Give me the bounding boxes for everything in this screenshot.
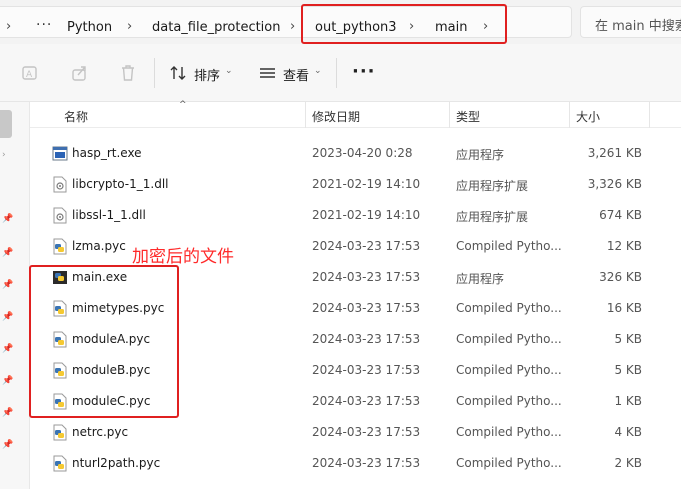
file-type: Compiled Pytho... <box>456 332 562 346</box>
file-type: Compiled Pytho... <box>456 456 562 470</box>
file-date: 2024-03-23 17:53 <box>312 239 421 253</box>
file-date: 2024-03-23 17:53 <box>312 456 421 470</box>
column-resize-handle[interactable] <box>649 102 650 128</box>
file-type: 应用程序扩展 <box>456 210 529 224</box>
file-size: 3,261 KB <box>587 146 642 160</box>
file-type: Compiled Pytho... <box>456 425 562 439</box>
file-size: 5 KB <box>614 332 642 346</box>
column-header: ^ 名称 修改日期 类型 大小 <box>30 100 681 128</box>
pin-icon: 📌 <box>2 214 14 224</box>
chevron-right-icon[interactable]: › <box>290 19 295 34</box>
nav-scrollbar-thumb[interactable] <box>0 110 12 138</box>
column-header-name[interactable]: 名称 <box>64 108 88 125</box>
delete-icon[interactable] <box>118 64 138 82</box>
file-size: 3,326 KB <box>587 177 642 191</box>
column-header-size[interactable]: 大小 <box>576 108 600 125</box>
column-header-type[interactable]: 类型 <box>456 108 480 125</box>
table-row[interactable]: hasp_rt.exe 2023-04-20 0:28 应用程序 3,261 KB <box>30 138 681 169</box>
file-type: 应用程序 <box>456 148 505 162</box>
python-file-icon <box>52 455 68 472</box>
toolbar-divider <box>336 58 337 88</box>
exe-window-icon <box>52 145 68 162</box>
breadcrumb-overflow-button[interactable]: ··· <box>36 17 52 33</box>
pin-icon: 📌 <box>2 440 14 450</box>
file-date: 2024-03-23 17:53 <box>312 301 421 315</box>
pin-icon: 📌 <box>2 280 14 290</box>
file-date: 2024-03-23 17:53 <box>312 394 421 408</box>
table-row[interactable]: lzma.pyc 2024-03-23 17:53 Compiled Pytho..… <box>30 231 681 262</box>
file-type: Compiled Pytho... <box>456 394 562 408</box>
file-size: 674 KB <box>599 208 642 222</box>
pin-icon: 📌 <box>2 248 14 258</box>
python-file-icon <box>52 238 68 255</box>
sort-button[interactable]: 排序 <box>194 65 220 84</box>
view-icon[interactable] <box>258 64 278 82</box>
command-bar: A 排序 ⌄ 查看 ⌄ ··· <box>0 44 681 102</box>
file-date: 2024-03-23 17:53 <box>312 332 421 346</box>
column-resize-handle[interactable] <box>569 102 570 128</box>
file-name: hasp_rt.exe <box>72 146 142 160</box>
file-type: 应用程序扩展 <box>456 179 529 193</box>
chevron-right-icon[interactable]: › <box>127 19 132 34</box>
svg-text:A: A <box>26 70 33 80</box>
search-placeholder: 在 main 中搜索 <box>595 19 681 34</box>
pin-icon: 📌 <box>2 408 14 418</box>
file-name: libcrypto-1_1.dll <box>72 177 169 191</box>
file-size: 12 KB <box>606 239 642 253</box>
column-header-date[interactable]: 修改日期 <box>312 108 360 125</box>
more-options-button[interactable]: ··· <box>352 61 376 82</box>
file-date: 2023-04-20 0:28 <box>312 146 413 160</box>
table-row[interactable]: libssl-1_1.dll 2021-02-19 14:10 应用程序扩展 674 … <box>30 200 681 231</box>
pin-icon: 📌 <box>2 376 14 386</box>
file-name: libssl-1_1.dll <box>72 208 146 222</box>
file-date: 2024-03-23 17:53 <box>312 425 421 439</box>
file-date: 2021-02-19 14:10 <box>312 177 421 191</box>
file-date: 2021-02-19 14:10 <box>312 208 421 222</box>
file-date: 2024-03-23 17:53 <box>312 363 421 377</box>
file-size: 4 KB <box>614 425 642 439</box>
chevron-down-icon[interactable]: ⌄ <box>314 66 322 76</box>
annotation-label: 加密后的文件 <box>132 247 234 267</box>
table-row[interactable]: nturl2path.pyc 2024-03-23 17:53 Compiled P… <box>30 448 681 479</box>
chevron-down-icon[interactable]: ⌄ <box>225 66 233 76</box>
file-size: 5 KB <box>614 363 642 377</box>
python-file-icon <box>52 424 68 441</box>
breadcrumb-segment-data-file-protection[interactable]: data_file_protection <box>152 20 281 35</box>
column-resize-handle[interactable] <box>305 102 306 128</box>
share-icon[interactable] <box>70 64 90 82</box>
sort-icon[interactable] <box>169 64 189 82</box>
file-size: 2 KB <box>614 456 642 470</box>
file-type: 应用程序 <box>456 272 505 286</box>
file-type: Compiled Pytho... <box>456 239 562 253</box>
chevron-right-icon: › <box>6 19 12 34</box>
dll-file-icon <box>52 207 68 224</box>
file-date: 2024-03-23 17:53 <box>312 270 421 284</box>
file-size: 16 KB <box>606 301 642 315</box>
file-size: 1 KB <box>614 394 642 408</box>
file-size: 326 KB <box>599 270 642 284</box>
navigation-pane: › 📌 📌 📌 📌 📌 📌 📌 📌 <box>0 102 30 489</box>
pin-icon: 📌 <box>2 312 14 322</box>
file-name: netrc.pyc <box>72 425 129 439</box>
file-name: lzma.pyc <box>72 239 126 253</box>
search-input[interactable]: 在 main 中搜索 <box>580 6 681 38</box>
rename-icon[interactable]: A <box>20 64 40 82</box>
table-row[interactable]: netrc.pyc 2024-03-23 17:53 Compiled Pytho.… <box>30 417 681 448</box>
sort-ascending-icon: ^ <box>179 100 187 110</box>
file-type: Compiled Pytho... <box>456 301 562 315</box>
breadcrumb-segment-python[interactable]: Python <box>67 20 112 35</box>
pin-icon: 📌 <box>2 344 14 354</box>
dll-file-icon <box>52 176 68 193</box>
breadcrumb-highlight-box <box>301 4 507 44</box>
table-row[interactable]: libcrypto-1_1.dll 2021-02-19 14:10 应用程序扩展 3… <box>30 169 681 200</box>
column-resize-handle[interactable] <box>449 102 450 128</box>
chevron-right-icon[interactable]: › <box>2 150 10 160</box>
encrypted-files-highlight-box <box>29 265 179 418</box>
file-name: nturl2path.pyc <box>72 456 161 470</box>
toolbar-divider <box>154 58 155 88</box>
file-type: Compiled Pytho... <box>456 363 562 377</box>
view-button[interactable]: 查看 <box>283 65 309 84</box>
